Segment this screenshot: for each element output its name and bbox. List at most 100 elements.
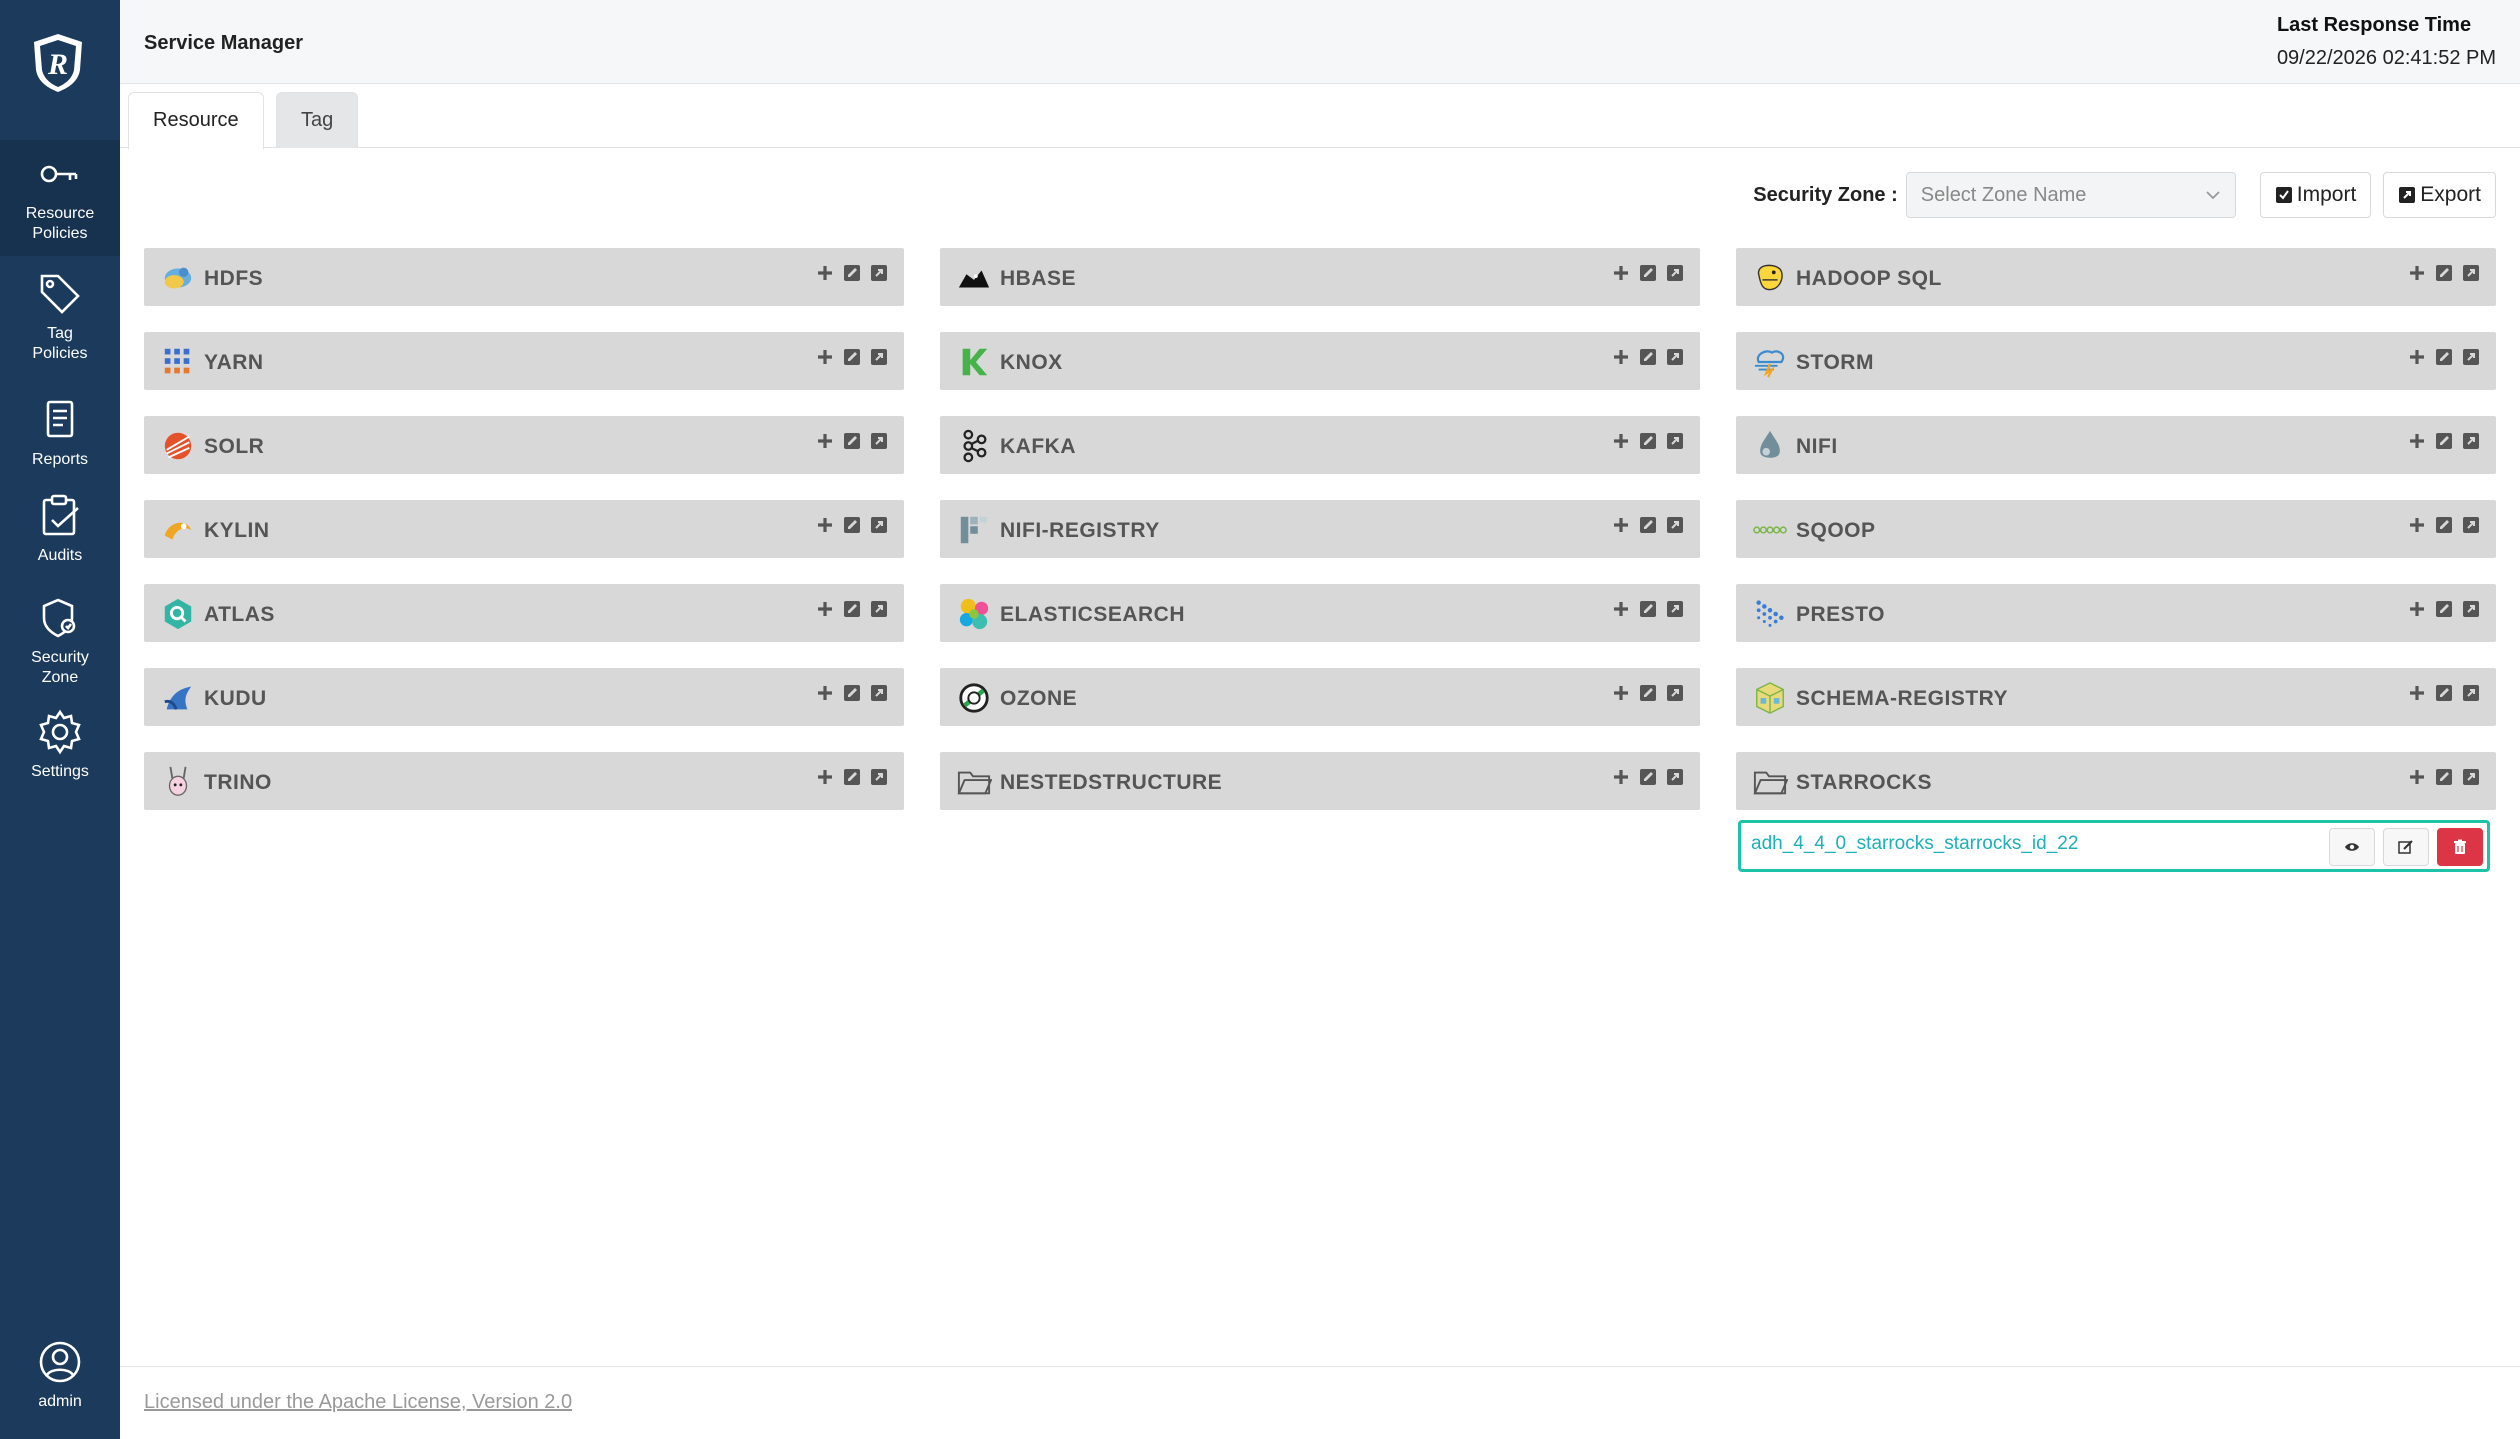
nav-user[interactable]: admin	[0, 1338, 120, 1412]
add-service-button[interactable]	[1612, 264, 1630, 282]
edit-service-button[interactable]	[843, 600, 861, 618]
plus-icon	[818, 770, 832, 784]
add-service-button[interactable]	[816, 264, 834, 282]
service-card-nestedstructure: NESTEDSTRUCTURE	[940, 752, 1700, 810]
edit-service-button[interactable]	[1639, 348, 1657, 366]
ranger-logo[interactable]: R	[26, 30, 90, 94]
service-card-ozone: OZONE	[940, 668, 1700, 726]
export-service-button[interactable]	[870, 516, 888, 534]
edit-icon	[2436, 349, 2452, 365]
add-service-button[interactable]	[816, 600, 834, 618]
import-button[interactable]: Import	[2259, 172, 2372, 218]
edit-service-button[interactable]	[843, 264, 861, 282]
add-service-button[interactable]	[2408, 432, 2426, 450]
view-service-button[interactable]	[2329, 828, 2375, 866]
service-name: SQOOP	[1796, 519, 1876, 542]
export-service-button[interactable]	[870, 684, 888, 702]
nav-settings[interactable]: Settings	[0, 708, 120, 782]
export-button[interactable]: Export	[2383, 172, 2496, 218]
nav-tag-policies[interactable]: Tag Policies	[0, 270, 120, 364]
tab-resource[interactable]: Resource	[128, 92, 264, 149]
add-service-button[interactable]	[816, 432, 834, 450]
edit-service-button[interactable]	[2435, 768, 2453, 786]
tab-tag[interactable]: Tag	[276, 92, 359, 148]
export-service-button[interactable]	[870, 348, 888, 366]
edit-service-button[interactable]	[2435, 432, 2453, 450]
nav-resource-policies[interactable]: Resource Policies	[0, 140, 120, 256]
add-service-button[interactable]	[816, 684, 834, 702]
edit-service-button[interactable]	[2435, 684, 2453, 702]
export-service-button[interactable]	[870, 768, 888, 786]
add-service-button[interactable]	[2408, 264, 2426, 282]
edit-service-button[interactable]	[2435, 600, 2453, 618]
add-service-button[interactable]	[1612, 684, 1630, 702]
service-actions	[1603, 684, 1684, 702]
plus-icon	[2410, 266, 2424, 280]
export-service-button[interactable]	[870, 432, 888, 450]
edit-service-button[interactable]	[2435, 348, 2453, 366]
add-service-button[interactable]	[1612, 516, 1630, 534]
edit-service-button[interactable]	[1639, 264, 1657, 282]
edit-service-button[interactable]	[843, 348, 861, 366]
export-service-button[interactable]	[2462, 432, 2480, 450]
edit-service-button[interactable]	[2435, 516, 2453, 534]
external-link-icon	[2463, 517, 2479, 533]
kudu-icon	[164, 686, 192, 710]
nav-audits[interactable]: Audits	[0, 492, 120, 566]
edit-service-button[interactable]	[1639, 600, 1657, 618]
plus-icon	[2410, 350, 2424, 364]
add-service-button[interactable]	[2408, 516, 2426, 534]
export-service-button[interactable]	[2462, 264, 2480, 282]
add-service-button[interactable]	[1612, 348, 1630, 366]
add-service-button[interactable]	[2408, 348, 2426, 366]
export-service-button[interactable]	[2462, 516, 2480, 534]
export-service-button[interactable]	[1666, 768, 1684, 786]
export-service-button[interactable]	[2462, 684, 2480, 702]
edit-service-button[interactable]	[1639, 768, 1657, 786]
export-service-button[interactable]	[2462, 600, 2480, 618]
shield-icon	[42, 598, 76, 638]
export-service-button[interactable]	[1666, 600, 1684, 618]
add-service-button[interactable]	[1612, 600, 1630, 618]
add-service-button[interactable]	[1612, 768, 1630, 786]
export-service-button[interactable]	[2462, 768, 2480, 786]
export-service-button[interactable]	[1666, 432, 1684, 450]
add-service-button[interactable]	[1612, 432, 1630, 450]
add-service-button[interactable]	[816, 516, 834, 534]
add-service-button[interactable]	[2408, 768, 2426, 786]
service-name: KUDU	[204, 687, 267, 710]
edit-service-button[interactable]	[843, 768, 861, 786]
license-link[interactable]: Licensed under the Apache License, Versi…	[144, 1391, 572, 1414]
security-zone-select[interactable]: Select Zone Name	[1905, 172, 2236, 218]
add-service-button[interactable]	[816, 768, 834, 786]
nav-security-zone[interactable]: Security Zone	[0, 594, 120, 688]
delete-service-button[interactable]	[2437, 828, 2483, 866]
security-zone-placeholder: Select Zone Name	[1920, 184, 2087, 206]
service-instance-link[interactable]: adh_4_4_0_starrocks_starrocks_id_22	[1751, 833, 2078, 855]
edit-service-button[interactable]	[843, 432, 861, 450]
sqoop-icon	[1753, 526, 1787, 534]
export-service-button[interactable]	[1666, 264, 1684, 282]
edit-service-button[interactable]	[1639, 684, 1657, 702]
edit-service-button[interactable]	[1639, 432, 1657, 450]
edit-service-button[interactable]	[2435, 264, 2453, 282]
export-service-button[interactable]	[1666, 684, 1684, 702]
gear-icon	[39, 709, 81, 755]
clipboard-check-icon	[42, 494, 79, 536]
external-link-icon	[871, 517, 887, 533]
edit-service-button[interactable]	[843, 516, 861, 534]
yarn-icon	[164, 348, 190, 374]
edit-instance-button[interactable]	[2383, 828, 2429, 866]
export-service-button[interactable]	[2462, 348, 2480, 366]
add-service-button[interactable]	[2408, 600, 2426, 618]
nav-reports[interactable]: Reports	[0, 396, 120, 470]
export-service-button[interactable]	[1666, 516, 1684, 534]
edit-service-button[interactable]	[843, 684, 861, 702]
export-service-button[interactable]	[870, 600, 888, 618]
edit-service-button[interactable]	[1639, 516, 1657, 534]
export-service-button[interactable]	[870, 264, 888, 282]
service-name: KAFKA	[1000, 435, 1076, 458]
add-service-button[interactable]	[2408, 684, 2426, 702]
add-service-button[interactable]	[816, 348, 834, 366]
export-service-button[interactable]	[1666, 348, 1684, 366]
